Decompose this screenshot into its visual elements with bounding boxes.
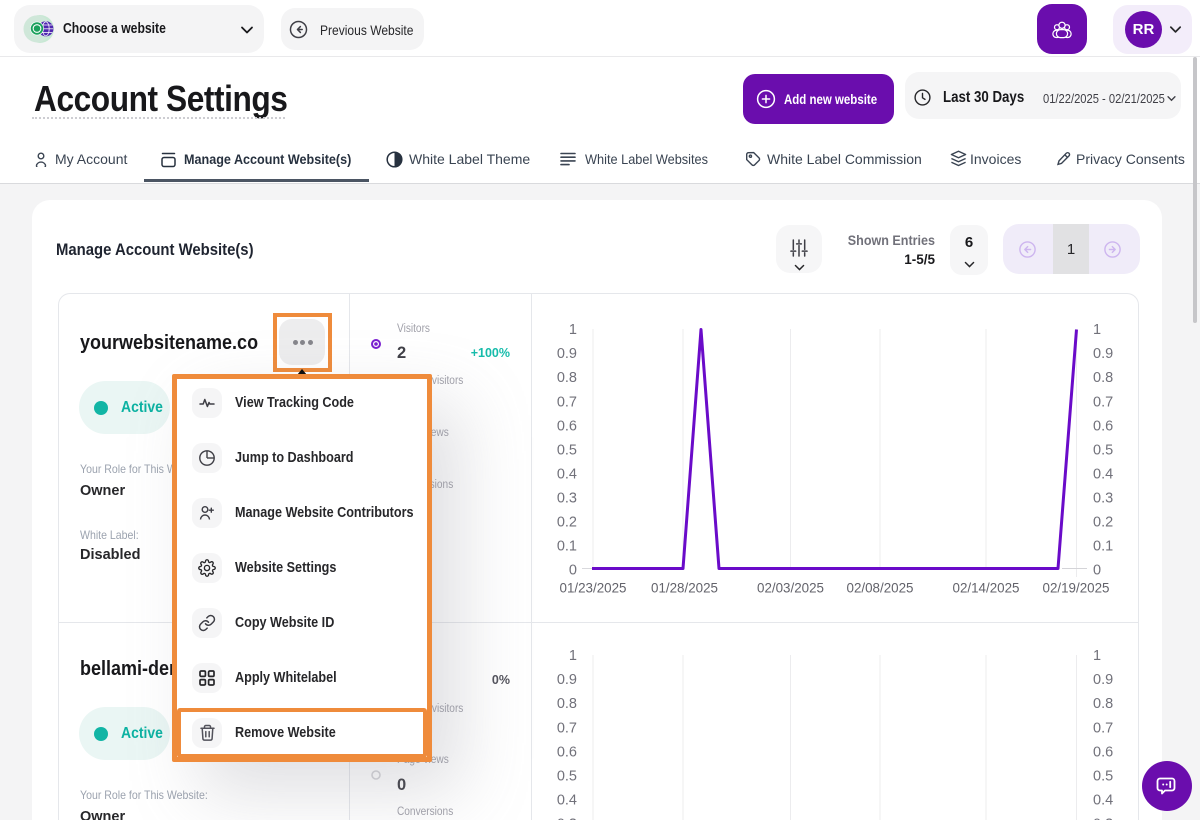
svg-text:1: 1 [569, 322, 577, 338]
svg-text:0.9: 0.9 [1093, 672, 1113, 688]
svg-text:0.6: 0.6 [1093, 744, 1113, 760]
svg-text:0.7: 0.7 [1093, 720, 1113, 736]
svg-text:0.3: 0.3 [557, 491, 577, 507]
svg-text:0.1: 0.1 [1093, 539, 1113, 555]
svg-text:02/14/2025: 02/14/2025 [953, 581, 1020, 596]
svg-text:1: 1 [1093, 322, 1101, 338]
svg-text:0.6: 0.6 [1093, 418, 1113, 434]
svg-text:1: 1 [569, 648, 577, 664]
svg-text:0.8: 0.8 [1093, 370, 1113, 386]
svg-text:0.9: 0.9 [557, 672, 577, 688]
svg-text:02/03/2025: 02/03/2025 [757, 581, 824, 596]
svg-text:0.4: 0.4 [557, 467, 577, 483]
svg-text:0.8: 0.8 [557, 696, 577, 712]
svg-text:0.5: 0.5 [1093, 442, 1113, 458]
svg-text:0.5: 0.5 [557, 442, 577, 458]
svg-text:0.8: 0.8 [1093, 696, 1113, 712]
svg-text:0.1: 0.1 [557, 539, 577, 555]
svg-text:1: 1 [1093, 648, 1101, 664]
svg-text:0.6: 0.6 [557, 418, 577, 434]
svg-text:0.9: 0.9 [1093, 346, 1113, 362]
svg-text:0.5: 0.5 [1093, 769, 1113, 785]
svg-text:02/08/2025: 02/08/2025 [847, 581, 914, 596]
svg-text:0.8: 0.8 [557, 370, 577, 386]
svg-text:0: 0 [569, 563, 577, 579]
svg-text:0.4: 0.4 [1093, 793, 1113, 809]
svg-text:0.6: 0.6 [557, 744, 577, 760]
svg-text:0.4: 0.4 [557, 793, 577, 809]
svg-text:0.4: 0.4 [1093, 467, 1113, 483]
svg-text:0.7: 0.7 [557, 394, 577, 410]
svg-text:0.7: 0.7 [557, 720, 577, 736]
svg-text:0.5: 0.5 [557, 769, 577, 785]
svg-text:0.2: 0.2 [1093, 515, 1113, 531]
svg-text:0.9: 0.9 [557, 346, 577, 362]
svg-text:0.2: 0.2 [557, 515, 577, 531]
svg-text:02/19/2025: 02/19/2025 [1043, 581, 1110, 596]
svg-text:0.3: 0.3 [1093, 491, 1113, 507]
svg-text:0.7: 0.7 [1093, 394, 1113, 410]
svg-text:01/28/2025: 01/28/2025 [651, 581, 718, 596]
svg-text:0: 0 [1093, 563, 1101, 579]
svg-text:01/23/2025: 01/23/2025 [560, 581, 627, 596]
